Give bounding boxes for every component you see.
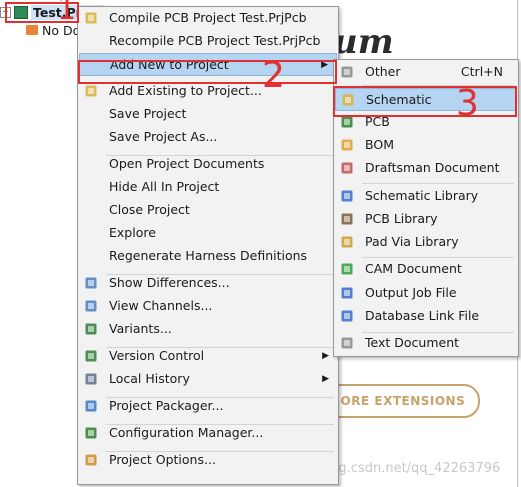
menu-item-hide-all-in-project[interactable]: Hide All In Project <box>79 176 337 197</box>
menu-separator <box>106 451 334 452</box>
menu-item-label: Explore <box>109 225 156 240</box>
padvia-icon <box>339 234 355 250</box>
submenu-item-bom[interactable]: BOM <box>335 134 517 155</box>
menu-item-label: Add Existing to Project... <box>109 83 262 98</box>
annotation-number-2: 2 <box>262 55 285 96</box>
menu-item-label: Local History <box>109 371 190 386</box>
menu-item-label: Recompile PCB Project Test.PrjPcb <box>109 33 321 48</box>
menu-item-project-packager[interactable]: Project Packager... <box>79 395 337 416</box>
schlib-icon <box>339 188 355 204</box>
differences-icon <box>83 275 99 291</box>
submenu-item-pad-via-library[interactable]: Pad Via Library <box>335 231 517 252</box>
submenu-arrow-icon: ▶ <box>322 350 329 361</box>
menu-item-label: Show Differences... <box>109 275 230 290</box>
menu-separator <box>362 332 514 333</box>
menu-item-recompile-pcb-project-test-prjpcb[interactable]: Recompile PCB Project Test.PrjPcb <box>79 30 337 51</box>
menu-item-label: Regenerate Harness Definitions <box>109 248 308 263</box>
submenu-item-other[interactable]: Other Ctrl+N <box>335 61 517 82</box>
menu-item-label: Compile PCB Project Test.PrjPcb <box>109 10 307 25</box>
draftsman-icon <box>339 160 355 176</box>
shortcut-label: Ctrl+N <box>460 64 503 79</box>
add-existing-icon <box>83 83 99 99</box>
menu-item-version-control[interactable]: Version Control ▶ <box>79 345 337 366</box>
annotation-number-1: 1 <box>57 0 77 27</box>
submenu-item-cam-document[interactable]: CAM Document <box>335 258 517 279</box>
folder-icon <box>26 25 38 35</box>
menu-item-explore[interactable]: Explore <box>79 222 337 243</box>
menu-separator <box>106 424 334 425</box>
brand-text-fragment: um <box>333 22 394 62</box>
variants-icon <box>83 321 99 337</box>
submenu-item-label: PCB Library <box>365 211 438 226</box>
version-control-icon <box>83 348 99 364</box>
menu-separator <box>362 257 514 258</box>
submenu-item-output-job-file[interactable]: Output Job File <box>335 282 517 303</box>
cam-icon <box>339 261 355 277</box>
pcblib-icon <box>339 211 355 227</box>
menu-item-label: Close Project <box>109 202 190 217</box>
menu-item-show-differences[interactable]: Show Differences... <box>79 272 337 293</box>
menu-item-label: Configuration Manager... <box>109 425 264 440</box>
submenu-item-label: CAM Document <box>365 261 462 276</box>
channels-icon <box>83 298 99 314</box>
menu-item-label: Version Control <box>109 348 205 363</box>
compile-icon <box>83 10 99 26</box>
submenu-item-text-document[interactable]: Text Document <box>335 332 517 353</box>
submenu-item-label: BOM <box>365 137 394 152</box>
menu-separator <box>106 347 334 348</box>
packager-icon <box>83 398 99 414</box>
submenu-item-label: Other <box>365 64 401 79</box>
menu-item-label: Variants... <box>109 321 172 336</box>
menu-separator <box>362 183 514 184</box>
annotation-box-3 <box>333 86 517 117</box>
submenu-item-label: Database Link File <box>365 308 480 323</box>
submenu-item-draftsman-document[interactable]: Draftsman Document <box>335 157 517 178</box>
menu-item-label: Hide All In Project <box>109 179 220 194</box>
submenu-item-label: Text Document <box>365 335 460 350</box>
outjob-icon <box>339 285 355 301</box>
menu-item-close-project[interactable]: Close Project <box>79 199 337 220</box>
menu-item-open-project-documents[interactable]: Open Project Documents <box>79 153 337 174</box>
submenu-item-label: Pad Via Library <box>365 234 459 249</box>
menu-item-save-project-as[interactable]: Save Project As... <box>79 126 337 147</box>
menu-separator <box>106 397 334 398</box>
menu-item-configuration-manager[interactable]: Configuration Manager... <box>79 422 337 443</box>
submenu-item-label: Draftsman Document <box>365 160 500 175</box>
menu-item-regenerate-harness-definitions[interactable]: Regenerate Harness Definitions <box>79 245 337 266</box>
submenu-item-schematic-library[interactable]: Schematic Library <box>335 185 517 206</box>
submenu-item-label: Schematic Library <box>365 188 479 203</box>
submenu-item-pcb-library[interactable]: PCB Library <box>335 208 517 229</box>
config-manager-icon <box>83 425 99 441</box>
menu-item-save-project[interactable]: Save Project <box>79 103 337 124</box>
menu-item-label: View Channels... <box>109 298 213 313</box>
menu-item-label: Project Options... <box>109 452 216 467</box>
menu-item-label: Save Project <box>109 106 187 121</box>
submenu-item-database-link-file[interactable]: Database Link File <box>335 305 517 326</box>
options-icon <box>83 452 99 468</box>
submenu-item-label: Output Job File <box>365 285 457 300</box>
dblink-icon <box>339 308 355 324</box>
menu-item-project-options[interactable]: Project Options... <box>79 449 337 470</box>
annotation-number-3: 3 <box>456 83 479 124</box>
text-doc-icon <box>339 335 355 351</box>
history-icon <box>83 371 99 387</box>
submenu-arrow-icon: ▶ <box>322 373 329 384</box>
other-doc-icon <box>339 64 355 80</box>
menu-item-label: Project Packager... <box>109 398 224 413</box>
menu-item-view-channels[interactable]: View Channels... <box>79 295 337 316</box>
menu-item-label: Save Project As... <box>109 129 218 144</box>
bom-icon <box>339 137 355 153</box>
annotation-box-2 <box>78 60 337 84</box>
menu-separator <box>106 155 334 156</box>
menu-item-compile-pcb-project-test-prjpcb[interactable]: Compile PCB Project Test.PrjPcb <box>79 7 337 28</box>
menu-item-variants[interactable]: Variants... <box>79 318 337 339</box>
menu-item-label: Open Project Documents <box>109 156 265 171</box>
menu-separator <box>106 274 334 275</box>
menu-item-local-history[interactable]: Local History ▶ <box>79 368 337 389</box>
